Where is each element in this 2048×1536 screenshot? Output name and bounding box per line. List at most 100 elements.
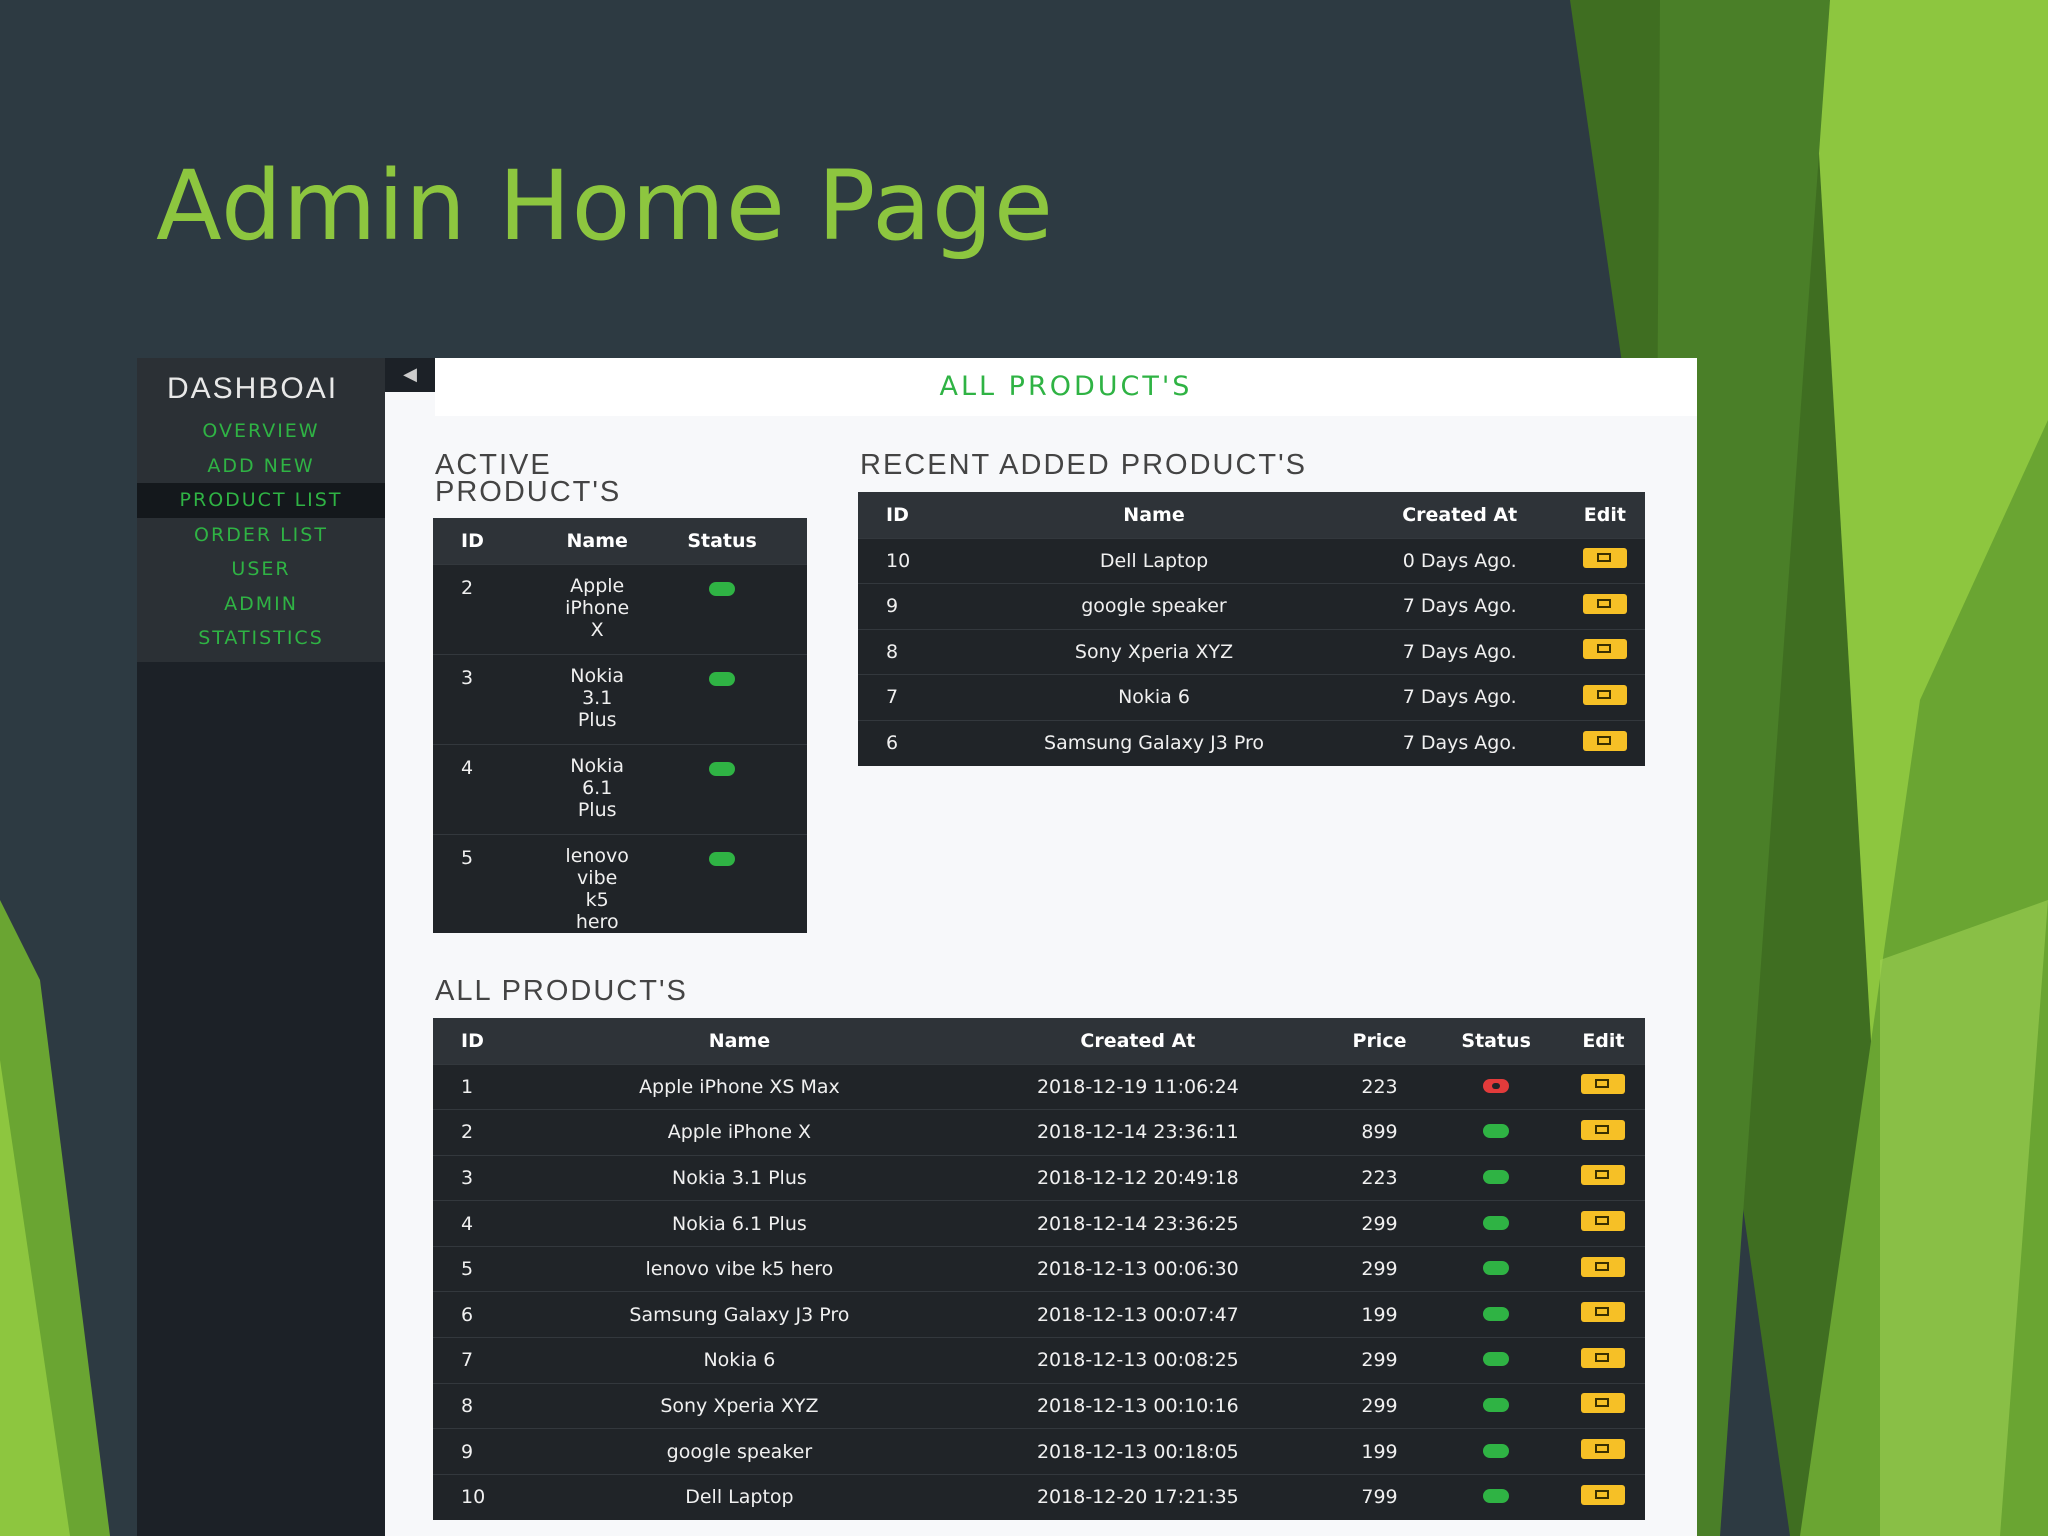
sidebar-item-product-list[interactable]: PRODUCT LIST [137, 483, 385, 518]
column-header: Name [953, 492, 1355, 538]
edit-cell [1561, 1245, 1645, 1292]
sidebar-item-order-list[interactable]: ORDER LIST [137, 518, 385, 553]
row-name: lenovo vibe k5 hero [557, 833, 638, 933]
sidebar-item-statistics[interactable]: STATISTICS [137, 621, 385, 656]
edit-icon[interactable] [1582, 730, 1627, 751]
edit-icon[interactable] [1581, 1302, 1626, 1323]
row-id: 9 [858, 583, 954, 629]
row-name: Nokia 6 [953, 674, 1355, 720]
column-header: Name [557, 518, 638, 564]
row-id: 5 [433, 1245, 532, 1292]
sidebar-toggle-icon[interactable]: ◀ [385, 358, 435, 392]
edit-icon[interactable] [1581, 1347, 1626, 1368]
row-name: Samsung Galaxy J3 Pro [531, 1291, 948, 1338]
row-id: 1 [433, 1063, 532, 1110]
edit-cell [1564, 583, 1645, 629]
edit-icon[interactable] [1582, 639, 1627, 660]
row-created-at: 2018-12-13 00:07:47 [947, 1291, 1329, 1338]
edit-cell [1564, 719, 1645, 766]
table-row: 6 Samsung Galaxy J3 Pro 7 Days Ago. [858, 719, 1645, 766]
row-created-at: 2018-12-14 23:36:11 [947, 1109, 1329, 1156]
sidebar-item-overview[interactable]: OVERVIEW [137, 414, 385, 449]
recent-products-table: ID Name Created At Edit 10 Dell Laptop 0 Days … [858, 492, 1645, 766]
edit-cell [1564, 537, 1645, 584]
row-price: 899 [1328, 1109, 1431, 1156]
column-header: Name [531, 1018, 948, 1064]
status-cell [1430, 1337, 1562, 1384]
row-name: Apple iPhone X [531, 1109, 948, 1156]
row-created-at: 2018-12-12 20:49:18 [947, 1154, 1329, 1201]
edit-icon[interactable] [1581, 1256, 1626, 1277]
row-price: 299 [1328, 1337, 1431, 1384]
edit-cell [1561, 1291, 1645, 1338]
status-cell [637, 563, 807, 654]
all-products-table: ID Name Created At Price Status Edit 1 Apple iP… [433, 1018, 1645, 1520]
edit-icon[interactable] [1582, 593, 1627, 614]
edit-icon[interactable] [1581, 1439, 1626, 1460]
status-cell [1430, 1428, 1562, 1475]
row-id: 10 [433, 1473, 532, 1520]
table-row: 5 lenovo vibe k5 hero [433, 833, 807, 933]
edit-cell [1564, 674, 1645, 720]
row-name: google speaker [953, 583, 1355, 629]
edit-cell [1561, 1337, 1645, 1384]
edit-icon[interactable] [1581, 1393, 1626, 1414]
edit-icon[interactable] [1582, 548, 1627, 569]
row-id: 8 [858, 628, 954, 675]
row-price: 299 [1328, 1382, 1431, 1429]
edit-cell [1561, 1109, 1645, 1156]
table-header-row: ID Name Status [433, 518, 807, 564]
edit-cell [1561, 1428, 1645, 1475]
edit-icon[interactable] [1581, 1211, 1626, 1232]
row-price: 299 [1328, 1245, 1431, 1292]
row-name: Nokia 6 [531, 1337, 948, 1384]
row-name: Nokia 3.1 Plus [557, 653, 638, 744]
row-id: 2 [433, 1109, 532, 1156]
edit-icon[interactable] [1581, 1074, 1626, 1095]
edit-icon[interactable] [1581, 1119, 1626, 1140]
row-created-at: 2018-12-19 11:06:24 [947, 1063, 1329, 1110]
table-row: 3 Nokia 3.1 Plus 2018-12-12 20:49:18 223 [433, 1154, 1645, 1201]
sidebar-item-admin[interactable]: ADMIN [137, 587, 385, 622]
edit-icon[interactable] [1581, 1484, 1626, 1505]
column-header: Edit [1561, 1018, 1645, 1064]
table-header-row: ID Name Created At Price Status Edit [433, 1018, 1645, 1064]
check-circle-icon [709, 851, 736, 866]
row-created-at: 0 Days Ago. [1354, 537, 1565, 584]
sidebar-item-add-new[interactable]: ADD NEW [137, 449, 385, 484]
row-price: 223 [1328, 1063, 1431, 1110]
row-id: 8 [433, 1382, 532, 1429]
sidebar-item-user[interactable]: USER [137, 552, 385, 587]
row-id: 4 [433, 743, 558, 834]
table-row: 2 Apple iPhone X [433, 563, 807, 654]
edit-icon[interactable] [1581, 1165, 1626, 1186]
table-row: 7 Nokia 67 Days Ago. [858, 674, 1645, 720]
row-name: Samsung Galaxy J3 Pro [953, 719, 1355, 766]
column-header: Edit [1564, 492, 1645, 538]
check-circle-icon [709, 581, 736, 596]
row-id: 7 [858, 674, 954, 720]
row-created-at: 7 Days Ago. [1354, 719, 1565, 766]
admin-screenshot: DASHBOAI OVERVIEW ADD NEW PRODUCT LIST ORDE… [137, 358, 1697, 1536]
table-row: 8 Sony Xperia XYZ 7 Days Ago. [858, 628, 1645, 675]
row-name: lenovo vibe k5 hero [531, 1245, 948, 1292]
edit-cell [1561, 1382, 1645, 1429]
column-header: Price [1328, 1018, 1431, 1064]
table-row: 4 Nokia 6.1 Plus [433, 743, 807, 834]
check-circle-icon [709, 671, 736, 686]
row-name: Dell Laptop [953, 537, 1355, 584]
status-cell [1430, 1063, 1562, 1110]
check-circle-icon [1483, 1124, 1510, 1139]
status-cell [637, 743, 807, 834]
row-id: 3 [433, 1154, 532, 1201]
row-id: 9 [433, 1428, 532, 1475]
row-price: 199 [1328, 1291, 1431, 1338]
row-price: 299 [1328, 1200, 1431, 1247]
row-id: 2 [433, 563, 558, 654]
edit-cell [1561, 1200, 1645, 1247]
sidebar-brand: DASHBOAI [167, 372, 339, 405]
error-circle-icon [1483, 1078, 1510, 1093]
check-circle-icon [1483, 1169, 1510, 1184]
edit-cell [1561, 1063, 1645, 1110]
edit-icon[interactable] [1582, 684, 1627, 705]
